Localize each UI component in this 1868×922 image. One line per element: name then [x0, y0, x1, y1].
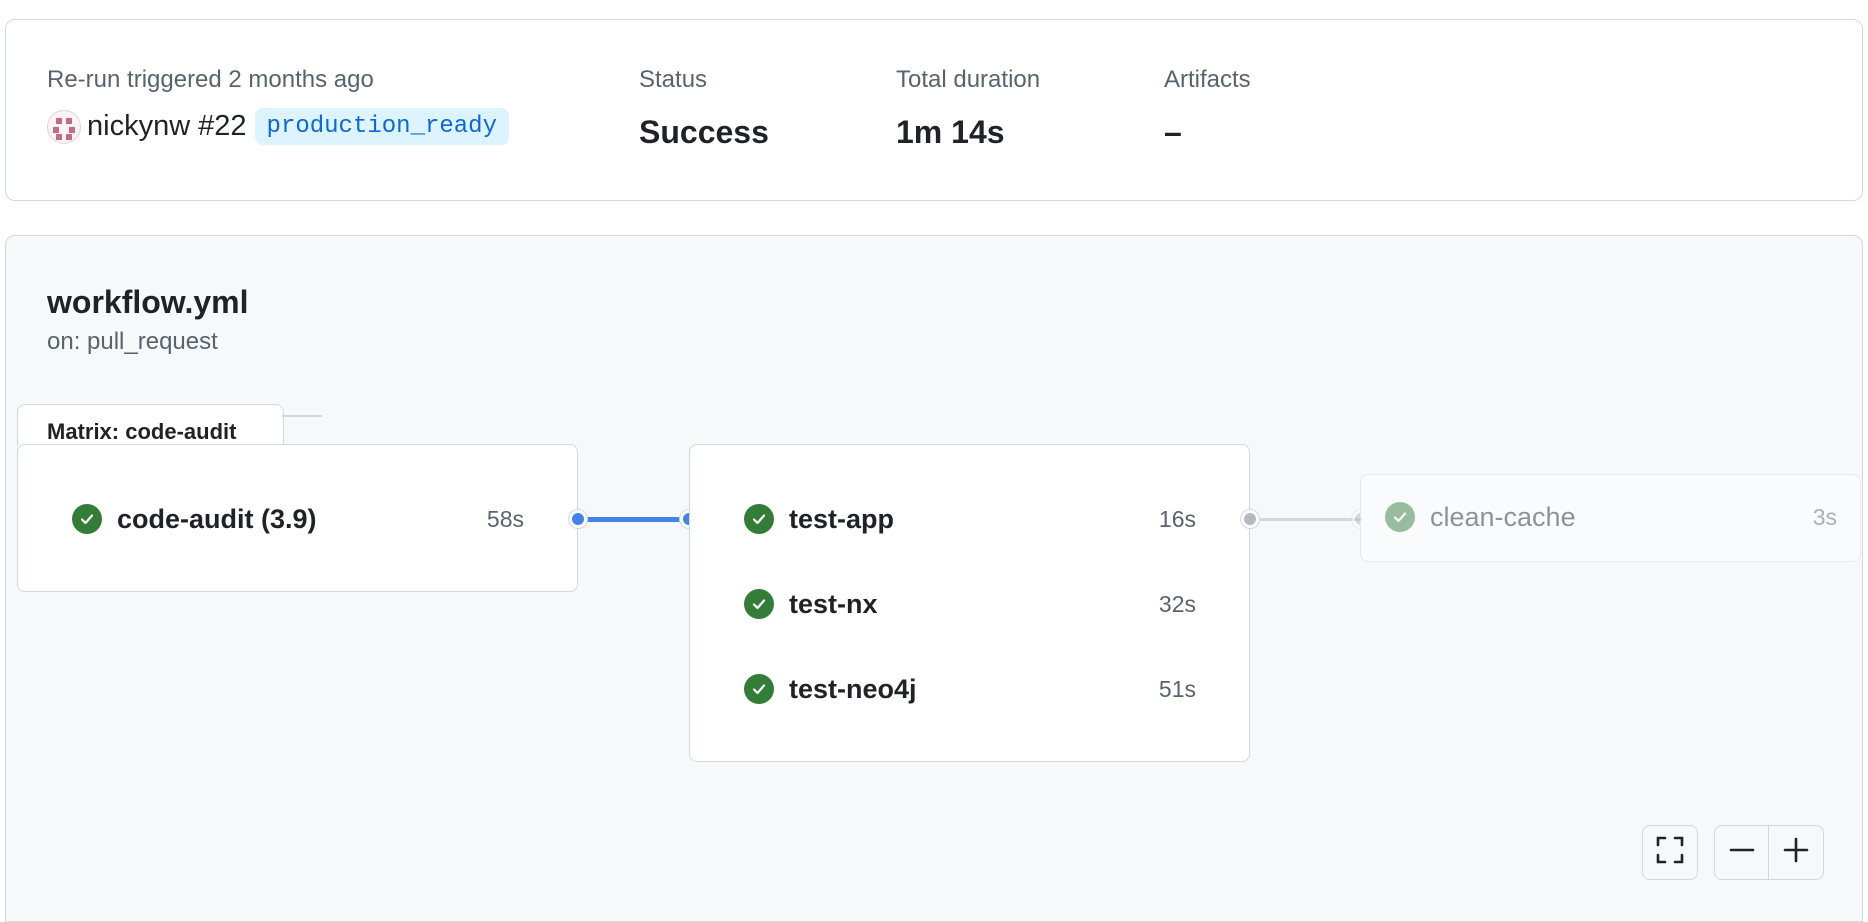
artifacts-info: Artifacts – — [1164, 66, 1251, 151]
status-info: Status Success — [639, 66, 769, 151]
job-test-neo4j[interactable]: test-neo4j 51s — [690, 669, 1249, 709]
trigger-info: Re-run triggered 2 months ago nickynw #2… — [47, 66, 509, 145]
duration-info: Total duration 1m 14s — [896, 66, 1040, 151]
job-name: test-neo4j — [789, 673, 917, 704]
connector-output-dot — [569, 510, 587, 528]
check-circle-icon — [744, 504, 774, 534]
actor-name[interactable]: nickynw — [87, 110, 190, 143]
job-duration: 16s — [1158, 505, 1196, 532]
job-name: code-audit (3.9) — [117, 503, 317, 534]
zoom-controls — [1714, 825, 1824, 880]
run-number: #22 — [198, 110, 247, 142]
zoom-out-button[interactable] — [1715, 826, 1769, 879]
matrix-tab: Matrix: code-audit — [17, 404, 284, 446]
job-code-audit[interactable]: code-audit (3.9) 58s — [18, 499, 577, 539]
test-job-box: test-app 16s test-nx 32s test-neo4j 51s — [689, 444, 1250, 762]
check-circle-icon — [744, 589, 774, 619]
run-summary-panel: Re-run triggered 2 months ago nickynw #2… — [5, 19, 1863, 201]
workflow-trigger: on: pull_request — [47, 328, 218, 355]
check-circle-icon — [1385, 502, 1415, 532]
matrix-job-box: code-audit (3.9) 58s — [17, 444, 578, 592]
job-clean-cache[interactable]: clean-cache 3s — [1361, 497, 1860, 537]
job-duration: 32s — [1158, 590, 1196, 617]
job-name: clean-cache — [1430, 501, 1576, 532]
matrix-tab-divider — [282, 415, 322, 417]
fullscreen-icon — [1655, 835, 1685, 870]
connector-line — [1258, 518, 1362, 521]
workflow-graph: workflow.yml on: pull_request Matrix: co… — [5, 235, 1863, 922]
artifacts-label: Artifacts — [1164, 66, 1251, 93]
job-test-app[interactable]: test-app 16s — [690, 499, 1249, 539]
connector-output-dot — [1241, 510, 1259, 528]
trigger-label: Re-run triggered 2 months ago — [47, 66, 374, 93]
job-duration: 3s — [1812, 503, 1837, 530]
zoom-in-button[interactable] — [1769, 826, 1823, 879]
job-test-nx[interactable]: test-nx 32s — [690, 584, 1249, 624]
connector-line — [586, 517, 690, 522]
workflow-file-name[interactable]: workflow.yml — [47, 284, 249, 321]
branch-badge[interactable]: production_ready — [254, 108, 509, 145]
fullscreen-button[interactable] — [1642, 825, 1698, 880]
status-label: Status — [639, 66, 708, 93]
check-circle-icon — [744, 674, 774, 704]
job-duration: 51s — [1158, 675, 1196, 702]
artifacts-value: – — [1164, 114, 1182, 150]
job-name: test-nx — [789, 588, 878, 619]
duration-label: Total duration — [896, 66, 1041, 93]
check-circle-icon — [72, 504, 102, 534]
cleanup-job-box: clean-cache 3s — [1360, 474, 1861, 562]
duration-value: 1m 14s — [896, 114, 1005, 150]
job-name: test-app — [789, 503, 895, 534]
zoom-in-icon — [1783, 837, 1809, 868]
job-duration: 58s — [486, 505, 524, 532]
status-value: Success — [639, 114, 769, 150]
avatar[interactable] — [47, 109, 81, 144]
zoom-out-icon — [1729, 837, 1755, 868]
